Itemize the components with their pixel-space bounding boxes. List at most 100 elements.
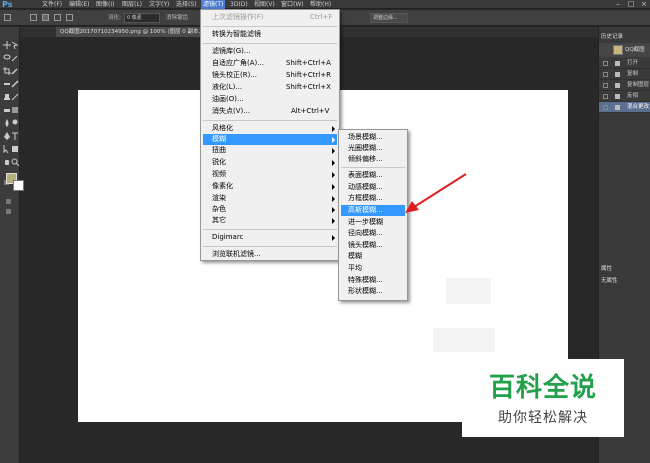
history-item[interactable]: 反相 [599,91,650,102]
pen-tool-icon[interactable] [3,132,11,140]
menu-3d[interactable]: 3D(D) [230,0,248,9]
submenu-item-iris-blur[interactable]: 光圈模糊... [348,143,383,154]
history-source-checkbox[interactable] [603,61,608,66]
screen-mode-icon[interactable] [6,209,11,214]
close-icon[interactable]: × [638,0,650,9]
marquee-preset-icon[interactable] [4,14,11,21]
history-source-checkbox[interactable] [603,83,608,88]
hand-tool-icon[interactable] [3,158,11,166]
lasso-tool-icon[interactable] [3,54,11,62]
snapshot-label: QQ截图 [625,47,645,53]
history-item[interactable]: 打开 [599,58,650,69]
menu-view[interactable]: 视图(V) [254,0,275,9]
crop-tool-icon[interactable] [3,67,11,75]
history-snapshot[interactable]: QQ截图 [599,43,650,57]
menu-item-adaptive-wide-angle[interactable]: 自适应广角(A)... [212,58,264,69]
menu-help[interactable]: 帮助(H) [310,0,331,9]
clone-stamp-icon[interactable] [3,93,11,101]
new-selection-icon[interactable] [30,14,37,21]
history-source-checkbox[interactable] [603,105,608,110]
add-selection-icon[interactable] [42,14,49,21]
menu-select[interactable]: 选择(S) [176,0,197,9]
magic-wand-icon[interactable] [11,54,19,62]
blur-tool-icon[interactable] [3,119,11,127]
filter-menu: 上次滤镜操作(F) Ctrl+F 转换为智能滤镜 滤镜库(G)... 自适应广角… [200,9,340,261]
menu-item-pixelate[interactable]: 像素化 [212,181,233,192]
refine-edge-button[interactable]: 调整边缘... [370,13,408,23]
menu-edit[interactable]: 编辑(E) [69,0,89,9]
menu-item-video[interactable]: 视频 [212,169,226,180]
menu-window[interactable]: 窗口(W) [281,0,304,9]
history-item-selected[interactable]: 混合更改 [599,102,650,113]
path-selection-icon[interactable] [3,145,11,153]
submenu-item-blur-more[interactable]: 进一步模糊 [348,217,383,228]
minimize-icon[interactable]: – [612,0,624,9]
menu-item-distort[interactable]: 扭曲 [212,145,226,156]
submenu-item-smart-blur[interactable]: 特殊模糊... [348,275,383,286]
menu-item-vanishing-point[interactable]: 消失点(V)... [212,106,250,117]
subtract-selection-icon[interactable] [54,14,61,21]
move-tool-icon[interactable] [3,41,11,49]
move-tool-alt-icon[interactable] [11,41,19,49]
healing-brush-icon[interactable] [3,80,11,88]
submenu-item-blur[interactable]: 模糊 [348,251,362,262]
type-tool-icon[interactable] [11,132,19,140]
submenu-item-motion-blur[interactable]: 动感模糊... [348,182,383,193]
history-item[interactable]: 复制 [599,69,650,80]
menu-separator [203,120,337,121]
submenu-item-box-blur[interactable]: 方框模糊... [348,193,383,204]
menu-item-blur[interactable]: 模糊 [203,134,337,145]
antialias-checkbox[interactable]: 消除锯齿 [166,13,188,23]
quick-mask-icon[interactable] [6,199,11,204]
menu-layer[interactable]: 图层(L) [122,0,142,9]
submenu-item-surface-blur[interactable]: 表面模糊... [348,170,383,181]
menu-separator [203,246,337,247]
submenu-item-average[interactable]: 平均 [348,263,362,274]
submenu-item-radial-blur[interactable]: 径向模糊... [348,228,383,239]
annotation-arrow-icon [405,173,467,213]
properties-panel-tab[interactable]: 属性 [601,265,612,273]
submenu-arrow-icon [332,137,335,143]
menu-item-convert-smart-filter[interactable]: 转换为智能滤镜 [212,29,261,40]
history-panel-tab[interactable]: 历史记录 [601,33,623,41]
submenu-item-field-blur[interactable]: 场景模糊... [348,132,383,143]
menu-file[interactable]: 文件(F) [42,0,62,9]
rectangle-tool-icon[interactable] [11,145,19,153]
intersect-selection-icon[interactable] [66,14,73,21]
photoshop-logo: Ps [2,0,13,9]
menu-item-other[interactable]: 其它 [212,215,226,226]
menu-type[interactable]: 文字(Y) [149,0,169,9]
history-item-label: 复制图层 [627,82,650,88]
eyedropper-icon[interactable] [11,67,19,75]
menu-item-stylize[interactable]: 风格化 [212,123,233,134]
menu-item-liquify[interactable]: 液化(L)... [212,82,242,93]
history-brush-icon[interactable] [11,93,19,101]
submenu-item-gaussian-blur[interactable]: 高斯模糊... [341,205,405,216]
menu-image[interactable]: 图像(I) [96,0,114,9]
background-color-swatch[interactable] [13,180,24,191]
zoom-tool-icon[interactable] [11,158,19,166]
history-source-checkbox[interactable] [603,94,608,99]
history-item[interactable]: 复制图层 [599,80,650,91]
menu-item-lens-correction[interactable]: 镜头校正(R)... [212,70,257,81]
menu-item-browse-filters-online[interactable]: 浏览联机滤镜... [212,249,261,260]
history-source-checkbox[interactable] [603,72,608,77]
menu-item-oil-paint[interactable]: 油画(O)... [212,94,244,105]
submenu-item-tilt-shift[interactable]: 倾斜偏移... [348,154,383,165]
brush-tool-icon[interactable] [11,80,19,88]
eraser-icon[interactable] [3,106,11,114]
menu-item-last-filter: 上次滤镜操作(F) [212,13,264,21]
submenu-item-shape-blur[interactable]: 形状模糊... [348,286,383,297]
dodge-tool-icon[interactable] [11,119,19,127]
gradient-icon[interactable] [11,106,19,114]
menu-item-filter-gallery[interactable]: 滤镜库(G)... [212,46,251,57]
maximize-icon[interactable]: □ [625,0,637,9]
menu-item-sharpen[interactable]: 锐化 [212,157,226,168]
menu-item-digimarc[interactable]: Digimarc [212,232,243,243]
menu-separator [203,229,337,230]
menu-item-noise[interactable]: 杂色 [212,204,226,215]
feather-input[interactable]: 0 像素 [124,13,160,23]
submenu-item-lens-blur[interactable]: 镜头模糊... [348,240,383,251]
menu-item-render[interactable]: 渲染 [212,193,226,204]
menu-filter[interactable]: 滤镜(T) [201,0,226,9]
